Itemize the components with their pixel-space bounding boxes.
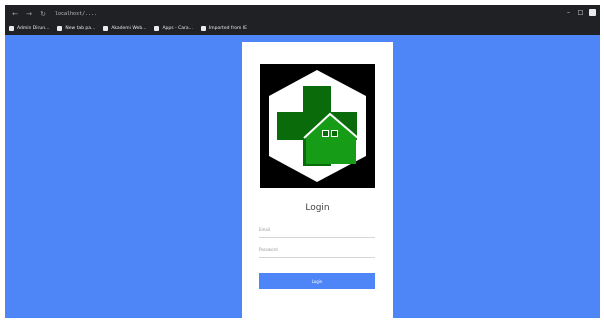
bookmark-icon bbox=[57, 26, 63, 31]
forward-icon[interactable]: → bbox=[25, 10, 33, 18]
window-right-pane bbox=[332, 131, 337, 136]
back-icon[interactable]: ← bbox=[11, 10, 19, 18]
minimize-button[interactable]: – bbox=[565, 9, 572, 16]
profile-icon[interactable] bbox=[589, 9, 596, 16]
toolbar: ← → ↻ localhost/.... bbox=[5, 5, 600, 22]
maximize-button[interactable]: □ bbox=[577, 9, 584, 16]
bookmark-label: Akademi Web... bbox=[111, 26, 147, 31]
browser-chrome: ← → ↻ localhost/.... – □ Admin Dirun... … bbox=[5, 5, 600, 35]
bookmark-icon bbox=[154, 26, 160, 31]
bookmark-label: Admin Dirun... bbox=[17, 26, 50, 31]
email-field[interactable] bbox=[259, 222, 375, 238]
bookmark-label: Imported from IE bbox=[208, 26, 247, 31]
bookmark-label: Apps - Cara... bbox=[162, 26, 193, 31]
bookmark-item[interactable]: Akademi Web... bbox=[103, 26, 146, 31]
bookmark-item[interactable]: Admin Dirun... bbox=[9, 26, 49, 31]
bookmark-icon bbox=[103, 26, 109, 31]
bookmark-item[interactable]: Apps - Cara... bbox=[154, 26, 193, 31]
bookmark-item[interactable]: New tab pa... bbox=[57, 26, 95, 31]
browser-window: ← → ↻ localhost/.... – □ Admin Dirun... … bbox=[5, 5, 600, 318]
bookmark-icon bbox=[200, 26, 206, 31]
address-bar[interactable]: localhost/.... bbox=[55, 9, 97, 18]
window-left-pane bbox=[323, 131, 328, 136]
bookmark-item[interactable]: Imported from IE bbox=[200, 26, 247, 31]
logo bbox=[260, 64, 375, 188]
login-button[interactable]: Login bbox=[259, 273, 375, 289]
login-title: Login bbox=[305, 203, 330, 213]
reload-icon[interactable]: ↻ bbox=[39, 10, 47, 18]
login-card: Login Login bbox=[242, 42, 393, 318]
health-cross-house-logo-icon bbox=[269, 70, 366, 182]
bookmark-icon bbox=[9, 26, 14, 31]
password-field[interactable] bbox=[259, 242, 375, 258]
bookmarks-bar: Admin Dirun... New tab pa... Akademi Web… bbox=[5, 22, 600, 35]
window-controls: – □ bbox=[565, 9, 596, 16]
bookmark-label: New tab pa... bbox=[65, 26, 96, 31]
